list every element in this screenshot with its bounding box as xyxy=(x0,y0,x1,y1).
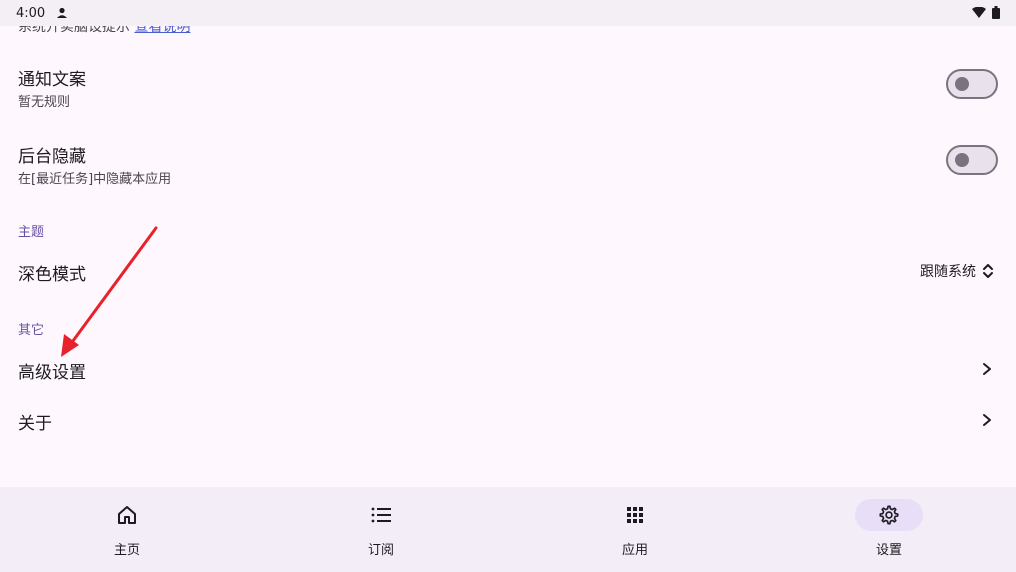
dark-mode-row[interactable]: 深色模式 跟随系统 xyxy=(0,248,1016,296)
notification-text-row[interactable]: 通知文案 暂无规则 xyxy=(0,56,1016,120)
chevron-right-icon xyxy=(983,414,991,426)
about-title: 关于 xyxy=(18,414,52,434)
background-hide-toggle[interactable] xyxy=(946,145,998,175)
gear-icon xyxy=(879,505,899,525)
advanced-settings-row[interactable]: 高级设置 xyxy=(0,346,1016,394)
nav-settings-label: 设置 xyxy=(875,543,902,558)
nav-apps-label: 应用 xyxy=(621,543,648,558)
background-hide-title: 后台隐藏 xyxy=(18,147,86,167)
dark-mode-value: 跟随系统 xyxy=(920,264,976,280)
settings-list[interactable]: 系统开实脑设提示 查看说明 通知文案 暂无规则 后台隐藏 在[最近任务]中隐藏本… xyxy=(0,26,1016,487)
nav-settings[interactable]: 设置 xyxy=(762,487,1016,572)
home-icon xyxy=(118,506,136,524)
status-time: 4:00 xyxy=(16,5,46,21)
toggle-knob xyxy=(955,153,969,167)
wifi-icon xyxy=(972,6,986,18)
chevron-right-icon xyxy=(983,363,991,375)
partial-setting-row: 系统开实脑设提示 查看说明 xyxy=(18,26,190,36)
status-bar: 4:00 xyxy=(0,0,1016,26)
battery-icon xyxy=(992,6,1000,19)
section-other-label: 其它 xyxy=(18,323,45,338)
advanced-settings-title: 高级设置 xyxy=(18,363,86,383)
background-hide-row[interactable]: 后台隐藏 在[最近任务]中隐藏本应用 xyxy=(0,132,1016,196)
partial-setting-link[interactable]: 查看说明 xyxy=(134,26,190,35)
notification-text-subtitle: 暂无规则 xyxy=(18,95,71,110)
notification-text-toggle[interactable] xyxy=(946,69,998,99)
nav-subscribe-label: 订阅 xyxy=(367,543,394,558)
nav-home[interactable]: 主页 xyxy=(0,487,254,572)
dark-mode-select[interactable]: 跟随系统 xyxy=(920,261,994,281)
section-theme-label: 主题 xyxy=(18,225,45,240)
unfold-icon xyxy=(983,264,993,278)
nav-subscribe[interactable]: 订阅 xyxy=(254,487,508,572)
bottom-navigation: 主页 订阅 应用 设置 xyxy=(0,487,1016,572)
nav-apps[interactable]: 应用 xyxy=(508,487,762,572)
about-row[interactable]: 关于 xyxy=(0,396,1016,444)
notification-text-title: 通知文案 xyxy=(18,70,86,90)
dark-mode-title: 深色模式 xyxy=(18,265,86,285)
nav-home-label: 主页 xyxy=(113,543,140,558)
list-icon xyxy=(371,507,391,523)
partial-setting-text: 系统开实脑设提示 xyxy=(18,26,130,35)
apps-grid-icon xyxy=(627,507,643,523)
account-icon xyxy=(57,7,68,18)
toggle-knob xyxy=(955,77,969,91)
background-hide-subtitle: 在[最近任务]中隐藏本应用 xyxy=(18,172,172,187)
